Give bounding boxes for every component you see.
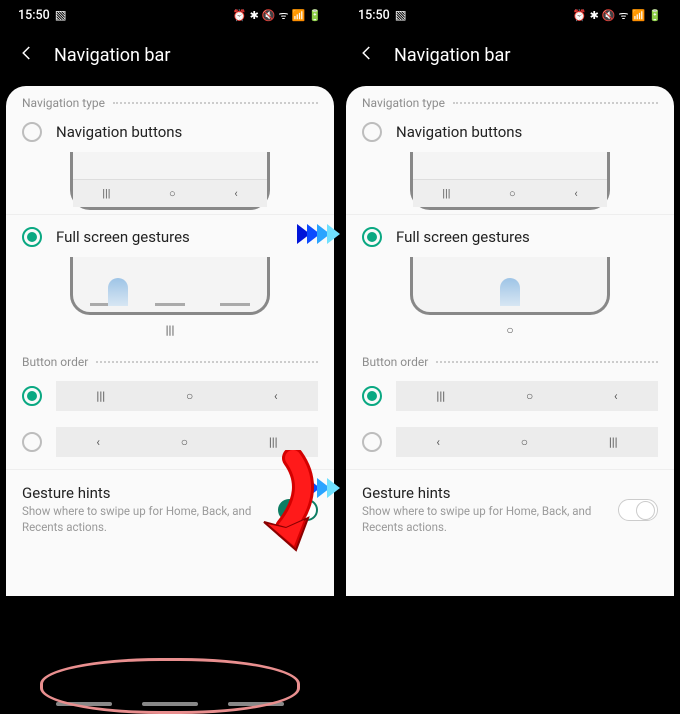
radio-unselected[interactable] bbox=[22, 432, 42, 452]
swipe-thumb-icon bbox=[108, 278, 128, 306]
battery-icon: 🔋 bbox=[648, 9, 662, 22]
option-full-gestures[interactable]: Full screen gestures bbox=[346, 219, 674, 255]
gesture-hints-row[interactable]: Gesture hints Show where to swipe up for… bbox=[346, 474, 674, 545]
order-preview: |||○‹ bbox=[396, 381, 658, 411]
status-bar: 15:50 ▧ ⏰ ✱ 🔇 ᯤ 📶 🔋 bbox=[0, 0, 340, 26]
annotation-red-arrow-icon bbox=[238, 450, 318, 564]
page-title: Navigation bar bbox=[394, 45, 510, 66]
order-preview: ‹○||| bbox=[396, 427, 658, 457]
status-time: 15:50 bbox=[18, 8, 50, 23]
radio-unselected[interactable] bbox=[362, 122, 382, 142]
radio-selected[interactable] bbox=[362, 227, 382, 247]
back-icon[interactable] bbox=[358, 44, 376, 66]
radio-unselected[interactable] bbox=[362, 432, 382, 452]
button-order-option-1[interactable]: |||○‹ bbox=[6, 373, 334, 419]
back-nav-icon: ‹ bbox=[234, 187, 237, 200]
device-nav-area bbox=[340, 602, 680, 714]
alarm-icon: ⏰ bbox=[573, 9, 587, 22]
section-navigation-type: Navigation type bbox=[6, 86, 334, 114]
option-label: Navigation buttons bbox=[396, 123, 522, 141]
mute-icon: 🔇 bbox=[262, 9, 276, 22]
section-navigation-type: Navigation type bbox=[346, 86, 674, 114]
header: Navigation bar bbox=[340, 26, 680, 86]
alarm-icon: ⏰ bbox=[233, 9, 247, 22]
screenshot-right: 15:50 ▧ ⏰ ✱ 🔇 ᯤ 📶 🔋 Navigation bar Navig… bbox=[340, 0, 680, 714]
order-preview: |||○‹ bbox=[56, 381, 318, 411]
recents-icon: ||| bbox=[442, 187, 450, 200]
signal-icon: 📶 bbox=[292, 9, 306, 22]
option-navigation-buttons[interactable]: Navigation buttons bbox=[6, 114, 334, 150]
status-bar: 15:50 ▧ ⏰ ✱ 🔇 ᯤ 📶 🔋 bbox=[340, 0, 680, 26]
page-title: Navigation bar bbox=[54, 45, 170, 66]
preview-nav-buttons: ||| ○ ‹ bbox=[346, 152, 674, 210]
home-icon: ○ bbox=[509, 187, 516, 200]
option-label: Full screen gestures bbox=[396, 228, 530, 246]
wifi-icon: ᯤ bbox=[279, 8, 289, 23]
status-time: 15:50 bbox=[358, 8, 390, 23]
gesture-hints-title: Gesture hints bbox=[22, 484, 266, 502]
home-icon: ○ bbox=[169, 187, 176, 200]
section-button-order: Button order bbox=[346, 345, 674, 373]
wifi-icon: ᯤ bbox=[619, 8, 629, 23]
annotation-circle bbox=[40, 658, 300, 714]
gesture-hints-title: Gesture hints bbox=[362, 484, 606, 502]
battery-icon: 🔋 bbox=[308, 9, 322, 22]
back-nav-icon: ‹ bbox=[574, 187, 577, 200]
option-full-gestures[interactable]: Full screen gestures bbox=[6, 219, 334, 255]
signal-icon: 📶 bbox=[632, 9, 646, 22]
swipe-thumb-icon bbox=[500, 278, 520, 306]
settings-card: Navigation type Navigation buttons ||| ○… bbox=[346, 86, 674, 596]
screenshot-left: 15:50 ▧ ⏰ ✱ 🔇 ᯤ 📶 🔋 Navigation bar Navig… bbox=[0, 0, 340, 714]
header: Navigation bar bbox=[0, 26, 340, 86]
picture-icon: ▧ bbox=[55, 7, 67, 23]
option-navigation-buttons[interactable]: Navigation buttons bbox=[346, 114, 674, 150]
preview-gestures bbox=[346, 257, 674, 315]
radio-unselected[interactable] bbox=[22, 122, 42, 142]
gesture-hints-toggle[interactable] bbox=[618, 499, 658, 521]
gesture-hints-desc: Show where to swipe up for Home, Back, a… bbox=[362, 504, 606, 535]
bluetooth-icon: ✱ bbox=[590, 9, 599, 22]
preview-caption: ○ bbox=[346, 319, 674, 345]
preview-caption: ||| bbox=[6, 319, 334, 345]
preview-gestures bbox=[6, 257, 334, 315]
annotation-arrows-icon bbox=[300, 224, 340, 244]
option-label: Navigation buttons bbox=[56, 123, 182, 141]
section-button-order: Button order bbox=[6, 345, 334, 373]
recents-icon: ||| bbox=[102, 187, 110, 200]
button-order-option-1[interactable]: |||○‹ bbox=[346, 373, 674, 419]
radio-selected[interactable] bbox=[22, 227, 42, 247]
radio-selected[interactable] bbox=[362, 386, 382, 406]
back-icon[interactable] bbox=[18, 44, 36, 66]
device-nav-area bbox=[0, 602, 340, 714]
gesture-hints-desc: Show where to swipe up for Home, Back, a… bbox=[22, 504, 266, 535]
option-label: Full screen gestures bbox=[56, 228, 190, 246]
bluetooth-icon: ✱ bbox=[250, 9, 259, 22]
mute-icon: 🔇 bbox=[602, 9, 616, 22]
button-order-option-2[interactable]: ‹○||| bbox=[346, 419, 674, 465]
picture-icon: ▧ bbox=[395, 7, 407, 23]
radio-selected[interactable] bbox=[22, 386, 42, 406]
preview-nav-buttons: ||| ○ ‹ bbox=[6, 152, 334, 210]
